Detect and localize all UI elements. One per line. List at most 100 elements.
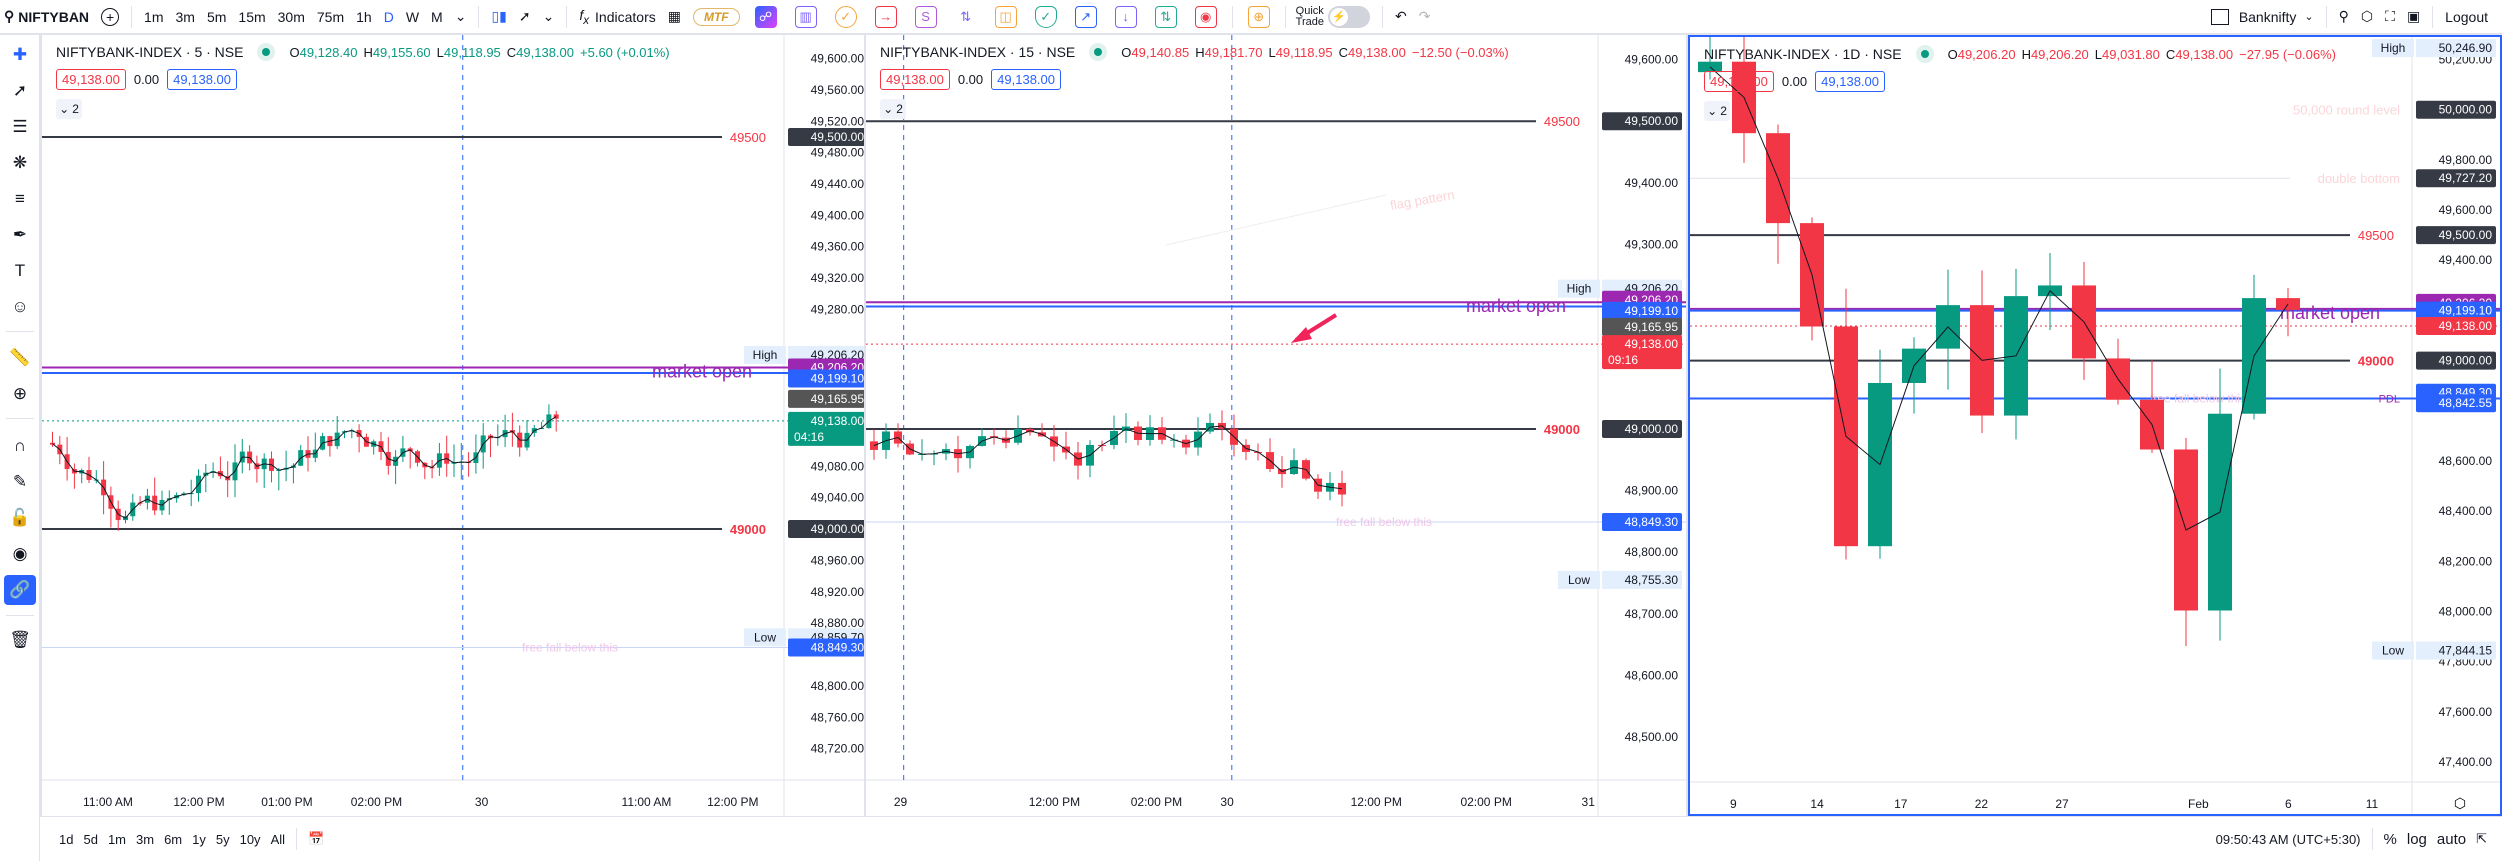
interval-dropdown[interactable]: ⌄ xyxy=(449,3,473,31)
sync-drawings-tool[interactable]: 🔗 xyxy=(4,575,36,605)
interval-15m[interactable]: 15m xyxy=(232,3,271,31)
range-5d[interactable]: 5d xyxy=(78,832,102,847)
interval-30m[interactable]: 30m xyxy=(272,3,311,31)
app-icon-1[interactable]: ☍ xyxy=(754,5,777,28)
basket-icon[interactable]: ◫ xyxy=(994,5,1017,28)
range-All[interactable]: All xyxy=(266,832,290,847)
chart-canvas[interactable]: 50,200.0049,800.0049,600.0049,400.0048,6… xyxy=(1690,37,2500,816)
line-type-button[interactable]: ➚ xyxy=(513,3,537,31)
range-1d[interactable]: 1d xyxy=(54,832,78,847)
remove-drawings-tool[interactable]: 🗑 xyxy=(4,625,36,655)
range-3m[interactable]: 3m xyxy=(131,832,159,847)
interval-D[interactable]: D xyxy=(378,3,400,31)
undo-button[interactable]: ↶ xyxy=(1389,3,1413,31)
lock-drawing-tool[interactable]: ✎ xyxy=(4,467,36,497)
measure-tool[interactable]: 📏 xyxy=(4,343,36,373)
price-label-text: 49,000.00 xyxy=(1625,422,1679,436)
interval-5m[interactable]: 5m xyxy=(201,3,232,31)
range-1m[interactable]: 1m xyxy=(103,832,131,847)
compare-add-button[interactable]: + xyxy=(95,3,125,31)
quick-trade-toggle[interactable]: ⚡ xyxy=(1327,5,1370,28)
indicators-button[interactable]: fx Indicators xyxy=(573,3,661,31)
redo-button[interactable]: ↷ xyxy=(1413,3,1437,31)
screenshot-button[interactable]: ▣ xyxy=(2401,3,2426,31)
chart-stats-icon[interactable]: ▥ xyxy=(794,5,817,28)
badge-check-icon[interactable]: ✓ xyxy=(834,5,857,28)
eye-icon: ◉ xyxy=(12,544,28,563)
risk-shield-icon[interactable]: ◉ xyxy=(1194,5,1217,28)
goto-date-button[interactable]: 📅 xyxy=(303,831,329,847)
templates-button[interactable]: ▦ xyxy=(662,3,687,31)
shield-check-icon[interactable]: ✓ xyxy=(1034,5,1057,28)
download-icon[interactable]: ↓ xyxy=(1114,5,1137,28)
chart-pane-5min[interactable]: 49,600.00 49,560.00 49,520.00 49,480.00 49,4… xyxy=(42,35,864,816)
sell-button[interactable]: 49,138.00 xyxy=(1704,71,1774,92)
chart-pane-15min[interactable]: 49,600.00 49,400.00 49,300.00 48,900.00 48,8… xyxy=(866,35,1686,816)
chart-canvas[interactable]: 49,600.00 49,400.00 49,300.00 48,900.00 48,8… xyxy=(866,35,1686,816)
log-toggle[interactable]: log xyxy=(2402,831,2432,848)
pattern-tool[interactable]: ❋ xyxy=(4,148,36,178)
candle xyxy=(1290,448,1298,475)
buy-button[interactable]: 49,138.00 xyxy=(991,69,1061,90)
range-1y[interactable]: 1y xyxy=(187,832,211,847)
range-5y[interactable]: 5y xyxy=(211,832,235,847)
settings-button[interactable]: ⬡ xyxy=(2355,3,2379,31)
buy-button[interactable]: 49,138.00 xyxy=(167,69,237,90)
magnet-tool[interactable]: ∩ xyxy=(4,431,36,461)
chart-canvas[interactable]: 49,600.00 49,560.00 49,520.00 49,480.00 49,4… xyxy=(42,35,864,816)
trend-line-tool[interactable]: ➚ xyxy=(4,76,36,106)
price-label-text: 49,500.00 xyxy=(2439,228,2493,242)
camera-icon: ▣ xyxy=(2406,8,2421,24)
sort-arrows-icon[interactable]: ⇅ xyxy=(955,6,977,28)
emoji-tool[interactable]: ☺ xyxy=(4,292,36,322)
text-tool[interactable]: T xyxy=(4,256,36,286)
percent-toggle[interactable]: % xyxy=(2379,831,2402,848)
symbol-title[interactable]: NIFTYBANK-INDEX · 1D · NSE xyxy=(1704,46,1902,62)
layout-button[interactable]: Banknifty ⌄ xyxy=(2205,3,2320,31)
axis-settings-icon[interactable]: ⬡ xyxy=(2454,795,2466,811)
interval-1h[interactable]: 1h xyxy=(350,3,378,31)
plus-circle-icon: + xyxy=(101,7,120,26)
fib-tool[interactable]: ≡ xyxy=(4,184,36,214)
lock-all-tool[interactable]: 🔓 xyxy=(4,503,36,533)
symbol-search[interactable]: ⚲ NIFTYBAN xyxy=(0,3,95,31)
horizontal-lines-tool[interactable]: ☰ xyxy=(4,112,36,142)
candle-type-button[interactable]: ▯▮ xyxy=(485,3,512,31)
mtf-button[interactable]: MTF xyxy=(687,3,746,31)
strategy-icon[interactable]: S xyxy=(914,5,937,28)
symbol-title[interactable]: NIFTYBANK-INDEX · 15 · NSE xyxy=(880,44,1075,60)
auto-toggle[interactable]: auto xyxy=(2432,831,2471,848)
interval-1m[interactable]: 1m xyxy=(138,3,169,31)
indicator-count: 2 xyxy=(72,102,79,116)
time-tick: 12:00 PM xyxy=(707,795,758,809)
sell-button[interactable]: 49,138.00 xyxy=(56,69,126,90)
range-6m[interactable]: 6m xyxy=(159,832,187,847)
zoom-tool[interactable]: ⊕ xyxy=(4,379,36,409)
brush-tool[interactable]: ✒ xyxy=(4,220,36,250)
fullscreen-button[interactable]: ⛶ xyxy=(2379,3,2401,31)
hide-drawings-tool[interactable]: ◉ xyxy=(4,539,36,569)
interval-3m[interactable]: 3m xyxy=(170,3,201,31)
exit-icon[interactable]: → xyxy=(874,5,897,28)
price-label-highlow: Low 47,844.15 xyxy=(2372,641,2496,660)
interval-75m[interactable]: 75m xyxy=(311,3,350,31)
buy-button[interactable]: 49,138.00 xyxy=(1815,71,1885,92)
sell-button[interactable]: 49,138.00 xyxy=(880,69,950,90)
interval-M[interactable]: M xyxy=(425,3,449,31)
wallet-icon[interactable]: ⊕ xyxy=(1247,5,1270,28)
interval-W[interactable]: W xyxy=(400,3,425,31)
quick-search-button[interactable]: ⚲ xyxy=(2333,3,2355,31)
logout-button[interactable]: Logout xyxy=(2439,3,2502,31)
trade-chart-icon[interactable]: ⇅ xyxy=(1154,5,1177,28)
clock[interactable]: 09:50:43 AM (UTC+5:30) xyxy=(2211,832,2366,847)
chart-type-dropdown[interactable]: ⌄ xyxy=(537,3,561,31)
range-10y[interactable]: 10y xyxy=(235,832,266,847)
expand-chart-icon[interactable]: ↗ xyxy=(1074,5,1097,28)
indicators-collapse-button[interactable]: ⌄ 2 xyxy=(1704,101,1730,121)
maximize-button[interactable]: ⇱ xyxy=(2471,831,2492,847)
indicators-collapse-button[interactable]: ⌄ 2 xyxy=(880,99,906,119)
symbol-title[interactable]: NIFTYBANK-INDEX · 5 · NSE xyxy=(56,44,243,60)
crosshair-tool[interactable]: ✚ xyxy=(4,40,36,70)
chart-pane-1d[interactable]: 50,200.00 49,800.00 49,600.00 49,400.00 48,6… xyxy=(1688,35,2502,816)
indicators-collapse-button[interactable]: ⌄ 2 xyxy=(56,99,82,119)
